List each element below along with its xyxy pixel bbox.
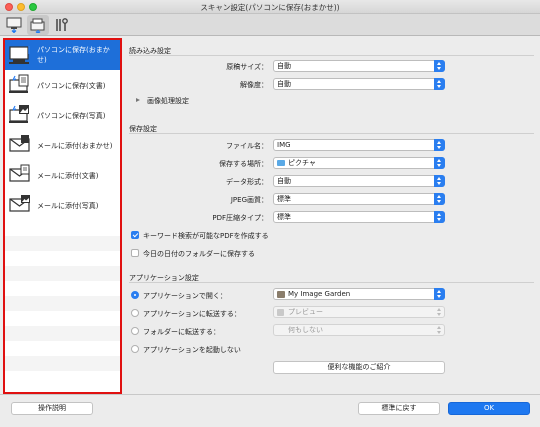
data-format-label: データ形式： [226,178,268,186]
pdf-compression-select[interactable]: 標準 [273,211,445,223]
paper-size-select[interactable]: 自動 [273,60,445,72]
resolution-label: 解像度： [240,81,268,89]
sidebar-item-label: パソコンに保存(文書) [37,82,106,90]
send-to-folder-label: フォルダーに転送する： [143,328,220,336]
list-stripe [5,326,120,341]
file-name-select[interactable]: IMG [273,139,445,151]
send-to-folder-radio[interactable] [131,327,139,335]
chevron-up-down-icon [434,139,445,151]
app-icon [277,291,285,298]
open-with-app-label: アプリケーションで開く： [143,292,227,300]
save-in-select[interactable]: ピクチャ [273,157,445,169]
chevron-up-down-icon [434,60,445,72]
chevron-up-down-icon [434,288,445,300]
send-to-folder-select[interactable]: 何もしない [273,324,445,336]
data-format-value: 自動 [277,177,291,185]
scan-settings-window: スキャン設定(パソコンに保存(おまかせ)) パソコンに保存(おまかせ) パソコン… [0,0,540,427]
file-name-label: ファイル名： [226,142,268,150]
paper-size-value: 自動 [277,62,291,70]
jpeg-quality-value: 標準 [277,195,291,203]
file-name-value: IMG [277,141,291,149]
do-not-start-app-label: アプリケーションを起動しない [143,346,241,354]
scan-from-computer-icon [6,17,22,33]
computer-save-icon [9,46,30,64]
general-settings-tab[interactable] [51,15,73,35]
scan-from-panel-tab[interactable] [27,15,49,35]
chevron-up-down-icon [434,324,445,336]
sidebar-item-mail-photo[interactable]: メールに添付(写真) [5,190,120,220]
folder-icon [277,160,285,166]
more-functions-button[interactable]: 便利な機能のご紹介 [273,361,445,374]
pdf-compression-label: PDF圧縮タイプ： [212,214,268,222]
open-with-app-value: My Image Garden [288,290,351,298]
general-settings-icon [56,18,68,31]
chevron-up-down-icon [434,193,445,205]
sidebar-item-save-photo[interactable]: パソコンに保存(写真) [5,100,120,130]
computer-document-icon [9,74,29,93]
jpeg-quality-select[interactable]: 標準 [273,193,445,205]
footer-divider [0,394,540,395]
preview-app-icon [277,309,284,316]
chevron-up-down-icon [434,175,445,187]
scan-from-panel-icon [30,18,45,33]
image-processing-settings-toggle[interactable]: 画像処理設定 [147,96,189,106]
mail-attach-icon [9,135,30,152]
keyword-pdf-checkbox[interactable] [131,231,139,239]
open-with-app-radio[interactable] [131,291,139,299]
list-stripe [5,236,120,251]
sidebar-item-label: メールに添付(おまかせ) [37,142,113,150]
sidebar-item-label: メールに添付(写真) [37,202,99,210]
sidebar-item-mail-document[interactable]: メールに添付(文書) [5,160,120,190]
title-bar: スキャン設定(パソコンに保存(おまかせ)) [0,0,540,14]
send-to-app-value: プレビュー [288,308,323,316]
open-with-app-select[interactable]: My Image Garden [273,288,445,300]
divider [129,133,534,134]
computer-photo-icon [9,105,29,123]
sidebar-item-save-auto[interactable]: パソコンに保存(おまかせ) [5,40,120,70]
sidebar-item-save-document[interactable]: パソコンに保存(文書) [5,70,120,100]
divider [129,282,534,283]
list-stripe [5,356,120,371]
defaults-button[interactable]: 標準に戻す [358,402,440,415]
send-to-folder-value: 何もしない [288,326,323,334]
resolution-select[interactable]: 自動 [273,78,445,90]
resolution-value: 自動 [277,80,291,88]
sidebar-item-mail-auto[interactable]: メールに添付(おまかせ) [5,130,120,160]
divider [129,55,534,56]
paper-size-label: 原稿サイズ： [226,63,268,71]
mail-photo-icon [9,195,30,212]
ok-button[interactable]: OK [448,402,530,415]
settings-panel: 読み込み設定 原稿サイズ： 自動 解像度： 自動 画像処理設定 保存設定 ファイ… [123,36,540,394]
job-list-sidebar: パソコンに保存(おまかせ) パソコンに保存(文書) パソコンに保存(写真) メー… [3,38,122,394]
list-stripe [5,296,120,311]
send-to-app-radio[interactable] [131,309,139,317]
date-folder-checkbox[interactable] [131,249,139,257]
toolbar [0,14,540,36]
disclosure-triangle-icon[interactable] [136,98,140,102]
jpeg-quality-label: JPEG画質： [230,196,268,204]
data-format-select[interactable]: 自動 [273,175,445,187]
chevron-up-down-icon [434,306,445,318]
do-not-start-app-radio[interactable] [131,345,139,353]
scan-from-computer-tab[interactable] [3,15,25,35]
mail-document-icon [9,164,30,182]
date-folder-label: 今日の日付のフォルダーに保存する [143,250,255,258]
chevron-up-down-icon [434,211,445,223]
sidebar-item-label: パソコンに保存(写真) [37,112,106,120]
window-title: スキャン設定(パソコンに保存(おまかせ)) [200,3,340,12]
sidebar-item-label: メールに添付(文書) [37,172,99,180]
send-to-app-label: アプリケーションに転送する： [143,310,241,318]
keyword-pdf-label: キーワード検索が可能なPDFを作成する [143,232,269,240]
instructions-button[interactable]: 操作説明 [11,402,93,415]
save-in-label: 保存する場所： [219,160,268,168]
save-in-value: ピクチャ [288,159,316,167]
chevron-up-down-icon [434,157,445,169]
pdf-compression-value: 標準 [277,213,291,221]
list-stripe [5,266,120,281]
send-to-app-select[interactable]: プレビュー [273,306,445,318]
sidebar-item-label: パソコンに保存(おまかせ) [37,46,110,64]
chevron-up-down-icon [434,78,445,90]
